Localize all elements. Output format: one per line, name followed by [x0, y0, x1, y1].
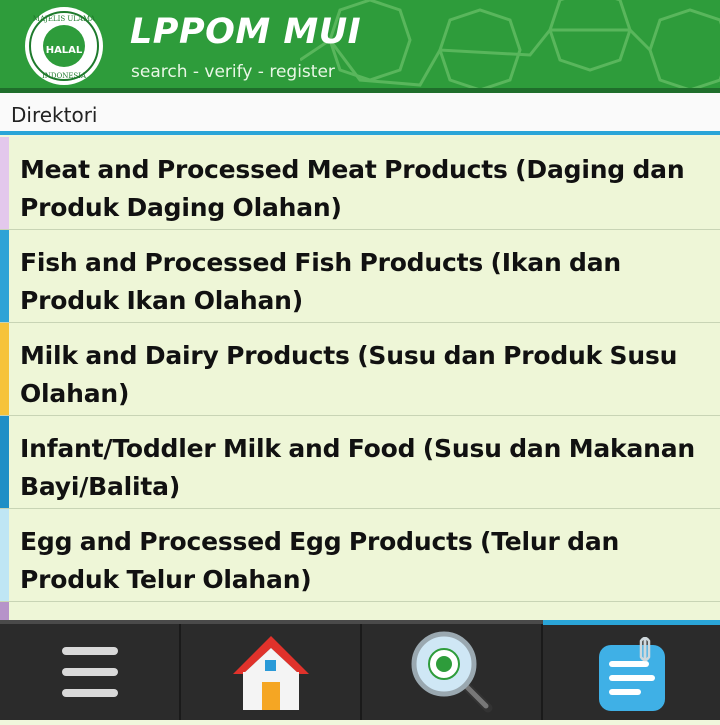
list-item-partial[interactable]: [0, 602, 720, 620]
list-item-label: Fish and Processed Fish Products (Ikan d…: [20, 248, 622, 315]
section-header: Direktori: [0, 93, 720, 135]
menu-icon: [61, 647, 118, 697]
logo-top-text: MAJELIS ULAMA: [33, 15, 96, 23]
list-item[interactable]: Infant/Toddler Milk and Food (Susu dan M…: [0, 416, 720, 509]
search-certificate-icon: [411, 631, 492, 713]
menu-button[interactable]: [0, 624, 181, 720]
list-item-accent: [0, 230, 9, 322]
list-item-label: Egg and Processed Egg Products (Telur da…: [20, 527, 620, 594]
list-item-accent: [0, 602, 9, 620]
list-item-accent: [0, 416, 9, 508]
logo-center-text: HALAL: [46, 45, 83, 56]
list-item-accent: [0, 509, 9, 601]
notes-icon: [598, 637, 665, 711]
directory-list[interactable]: Meat and Processed Meat Products (Daging…: [0, 137, 720, 620]
app-header: HALAL MAJELIS ULAMA INDONESIA LPPOM MUI …: [0, 0, 720, 88]
bottom-action-bar: [0, 620, 720, 720]
header-pattern: [300, 0, 720, 88]
app-subtitle: search - verify - register: [131, 62, 335, 82]
mui-logo: HALAL MAJELIS ULAMA INDONESIA: [25, 7, 103, 85]
app-title: LPPOM MUI: [130, 12, 362, 52]
list-item-accent: [0, 323, 9, 415]
section-title: Direktori: [11, 103, 98, 127]
list-item-label: Milk and Dairy Products (Susu dan Produk…: [20, 341, 678, 408]
list-item[interactable]: Milk and Dairy Products (Susu dan Produk…: [0, 323, 720, 416]
search-button[interactable]: [362, 624, 543, 720]
list-item[interactable]: Meat and Processed Meat Products (Daging…: [0, 137, 720, 230]
notes-button[interactable]: [543, 620, 720, 725]
home-icon: [232, 636, 309, 710]
list-item[interactable]: Egg and Processed Egg Products (Telur da…: [0, 509, 720, 602]
list-item-accent: [0, 137, 9, 229]
list-item-label: Infant/Toddler Milk and Food (Susu dan M…: [20, 434, 695, 501]
list-item-label: Meat and Processed Meat Products (Daging…: [20, 155, 685, 222]
home-button[interactable]: [181, 624, 362, 720]
logo-bottom-text: INDONESIA: [42, 72, 87, 80]
list-item[interactable]: Fish and Processed Fish Products (Ikan d…: [0, 230, 720, 323]
